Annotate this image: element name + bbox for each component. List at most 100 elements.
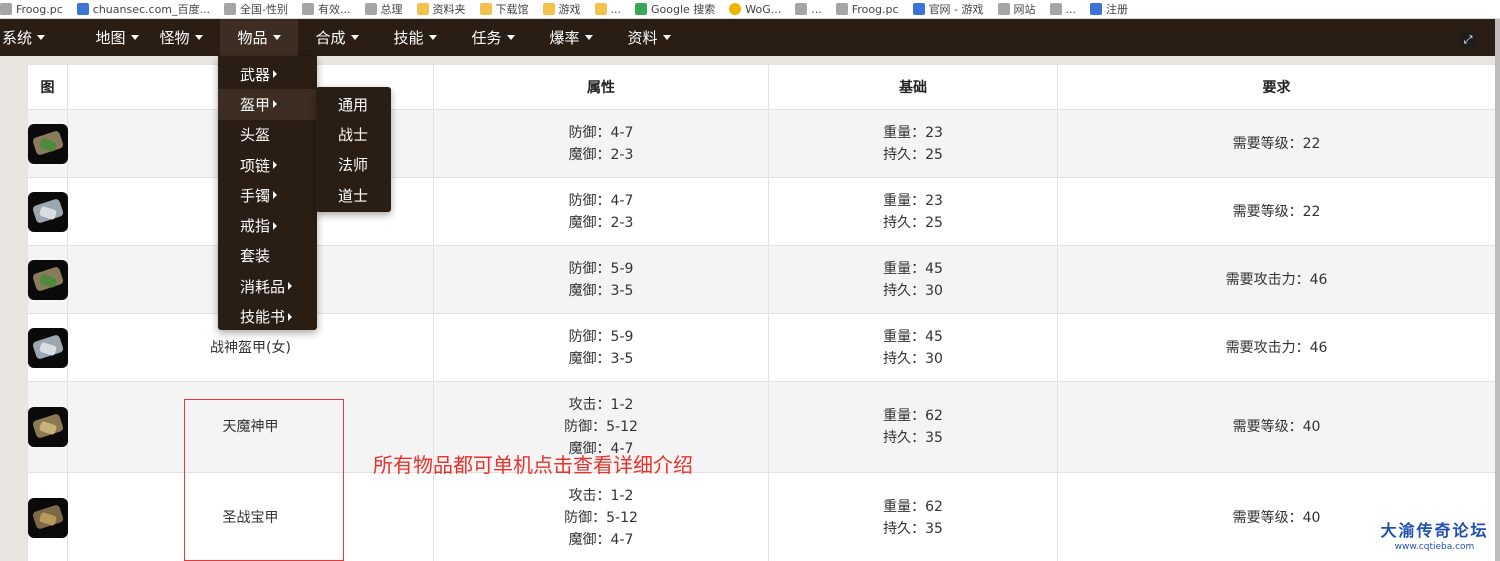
bookmark-item[interactable]: ... (795, 0, 822, 18)
caret-right-icon (273, 70, 278, 79)
armor-green-icon[interactable] (28, 259, 68, 300)
watermark: 大渝传奇论坛 www.cqtieba.com (1377, 521, 1492, 553)
attr-line: 防御：4-7 (568, 124, 634, 141)
menu-item-necklace[interactable]: 项链 (218, 150, 317, 180)
bookmark-item[interactable]: Froog.pc (835, 0, 899, 18)
nav-item-info[interactable]: 资料 (610, 19, 688, 56)
attr-line: 魔御：3-5 (568, 282, 634, 299)
expand-icon[interactable]: ⤢ (1459, 31, 1477, 49)
bookmark-icon (302, 3, 314, 15)
header-icon: 图 (27, 64, 68, 110)
google-icon (635, 3, 647, 15)
folder-icon (542, 3, 555, 15)
base-line: 重量：62 (883, 408, 943, 424)
table-row[interactable]: 圣战宝甲 攻击：1-2 防御：5-12 魔御：4-7 重量：62 持久：35 需要等级… (27, 472, 1495, 561)
caret-down-icon (428, 35, 437, 40)
menu-item-consumables[interactable]: 消耗品 (218, 271, 317, 301)
base-line: 重量：23 (883, 192, 943, 209)
caret-down-icon (350, 35, 359, 40)
bookmark-icon (729, 3, 742, 15)
armor-dark-icon[interactable] (28, 498, 68, 538)
item-name[interactable]: 圣战宝甲 (67, 472, 434, 561)
armor-submenu: 通用 战士 法师 道士 (316, 87, 391, 212)
menu-item-bracelet[interactable]: 手镯 (218, 180, 317, 210)
bookmark-item[interactable]: ... (1049, 0, 1076, 18)
folder-icon (479, 3, 492, 15)
submenu-item-taoist[interactable]: 道士 (316, 180, 391, 210)
bookmark-item[interactable]: 总理 (364, 0, 403, 18)
bookmark-icon (835, 3, 848, 15)
attr-line: 防御：5-12 (564, 510, 638, 526)
bookmark-folder[interactable]: 游戏 (542, 0, 581, 18)
nav-item-drop-rate[interactable]: 爆率 (532, 19, 610, 56)
scrollbar[interactable] (1495, 19, 1500, 561)
nav-item-items[interactable]: 物品 (220, 19, 298, 56)
submenu-item-mage[interactable]: 法师 (316, 150, 391, 180)
header-requirement: 要求 (1057, 64, 1495, 110)
attr-line: 防御：5-9 (568, 260, 634, 277)
watermark-title: 大渝传奇论坛 (1380, 521, 1489, 540)
menu-item-armor[interactable]: 盔甲 (218, 89, 317, 120)
bookmark-item[interactable]: WoG... (729, 0, 781, 18)
menu-item-ring[interactable]: 戒指 (218, 210, 317, 240)
caret-down-icon (130, 35, 139, 40)
table-row[interactable]: 天魔神甲 攻击：1-2 防御：5-12 魔御：4-7 重量：62 持久：35 需要等级… (27, 381, 1495, 473)
caret-down-icon (506, 35, 515, 40)
bookmark-folder[interactable]: 资料夹 (416, 0, 466, 18)
attr-line: 攻击：1-2 (568, 397, 634, 413)
menu-item-skill-books[interactable]: 技能书 (218, 301, 317, 331)
armor-green-icon[interactable] (28, 123, 68, 164)
menu-item-helmet[interactable]: 头盔 (218, 120, 317, 150)
bookmark-item[interactable]: Google 搜索 (635, 0, 715, 18)
attr-line: 攻击：1-2 (568, 488, 634, 504)
menu-item-set[interactable]: 套装 (218, 241, 317, 271)
menu-item-weapons[interactable]: 武器 (218, 59, 317, 89)
bookmark-item[interactable]: Froog.pc (0, 0, 63, 18)
armor-silver-icon[interactable] (28, 327, 68, 368)
bookmark-item[interactable]: 网站 (997, 0, 1036, 18)
header-base: 基础 (768, 64, 1058, 110)
bookmark-item[interactable]: 官网 - 游戏 (912, 0, 984, 18)
armor-gold-icon[interactable] (28, 407, 68, 447)
caret-right-icon (273, 161, 278, 170)
submenu-item-warrior[interactable]: 战士 (316, 119, 391, 149)
nav-item-skills[interactable]: 技能 (376, 19, 454, 56)
annotation-text: 所有物品都可单机点击查看详细介绍 (373, 453, 693, 477)
base-line: 持久：30 (883, 282, 943, 299)
nav-item-monster[interactable]: 怪物 (142, 19, 220, 56)
caret-right-icon (273, 221, 278, 230)
caret-right-icon (288, 312, 293, 321)
nav-item-system[interactable]: 系统 (0, 19, 47, 56)
submenu-item-general[interactable]: 通用 (316, 89, 391, 119)
attr-line: 魔御：2-3 (568, 214, 634, 231)
nav-item-quests[interactable]: 任务 (454, 19, 532, 56)
caret-down-icon (662, 35, 671, 40)
main-navbar: 系统 地图 怪物 物品 合成 技能 任务 爆率 资料 ⤢ (0, 19, 1495, 56)
caret-down-icon (272, 35, 281, 40)
bookmark-item[interactable]: 注册 (1090, 0, 1128, 18)
requirement-text: 需要攻击力：46 (1057, 245, 1495, 314)
bookmark-item[interactable]: 有效... (302, 0, 351, 18)
caret-right-icon (273, 100, 278, 109)
bookmark-icon (224, 3, 237, 15)
bookmark-bar: Froog.pc chuansec.com_百度... 全国-性别 有效... … (0, 0, 1500, 19)
bookmark-folder[interactable]: ... (594, 0, 621, 18)
folder-icon (416, 3, 429, 15)
bookmark-item[interactable]: chuansec.com_百度... (76, 0, 210, 18)
nav-item-synthesis[interactable]: 合成 (298, 19, 376, 56)
base-line: 持久：25 (883, 146, 943, 163)
base-line: 重量：62 (883, 499, 943, 515)
base-line: 持久：35 (883, 430, 943, 446)
armor-silver-icon[interactable] (28, 191, 68, 232)
requirement-text: 需要攻击力：46 (1057, 313, 1495, 382)
base-line: 重量：23 (883, 124, 943, 141)
bookmark-icon (1049, 3, 1062, 15)
items-dropdown-menu: 武器 盔甲 头盔 项链 手镯 戒指 套装 消耗品 技能书 (218, 56, 317, 330)
bookmark-icon (997, 3, 1010, 15)
bookmark-folder[interactable]: 下载馆 (479, 0, 529, 18)
caret-right-icon (273, 191, 278, 200)
watermark-url: www.cqtieba.com (1394, 542, 1475, 552)
bookmark-icon (912, 3, 925, 15)
attr-line: 魔御：2-3 (568, 146, 634, 163)
bookmark-item[interactable]: 全国-性别 (224, 0, 288, 18)
